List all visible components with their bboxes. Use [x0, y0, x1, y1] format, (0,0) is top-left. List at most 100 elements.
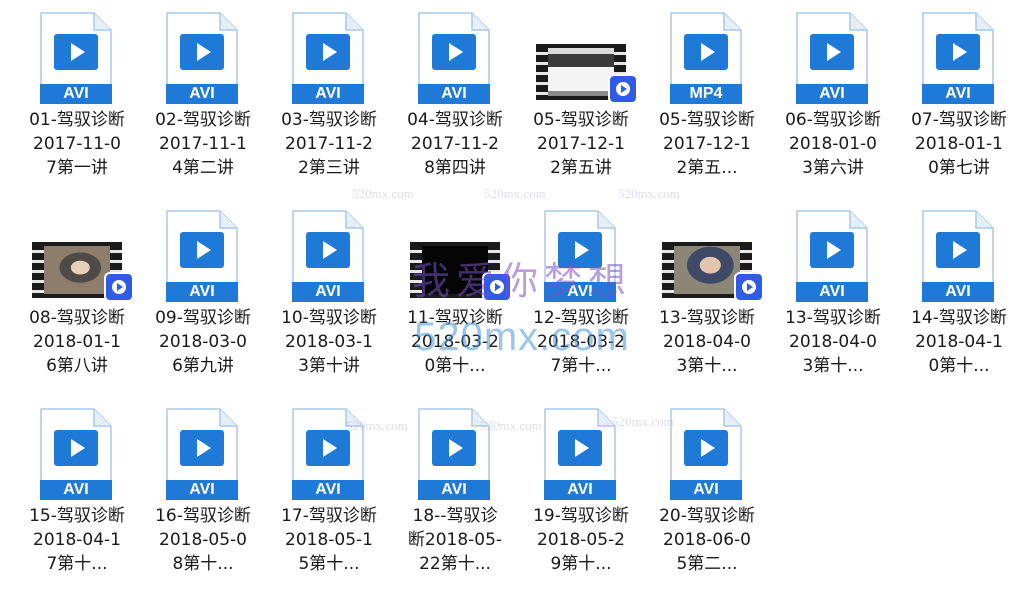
file-icon-area	[392, 206, 518, 302]
play-icon	[432, 34, 476, 70]
file-name-label: 15-驾驭诊断2018-04-17第十...	[29, 506, 125, 574]
play-badge-icon	[482, 272, 512, 302]
file-item[interactable]: AVI 20-驾驭诊断2018-06-05第二...	[644, 404, 770, 602]
file-extension-label: AVI	[922, 282, 994, 302]
file-grid: AVI 01-驾驭诊断2017-11-07第一讲 AVI 02-驾驭诊断2017-1…	[14, 8, 1024, 602]
video-file-icon: AVI	[292, 210, 364, 302]
file-name-label: 20-驾驭诊断2018-06-05第二...	[659, 506, 755, 574]
file-name-label: 05-驾驭诊断2017-12-12第五...	[659, 110, 755, 178]
play-icon	[558, 430, 602, 466]
file-item[interactable]: AVI 09-驾驭诊断2018-03-06第九讲	[140, 206, 266, 404]
file-icon-area: AVI	[266, 404, 392, 500]
file-item[interactable]: AVI 19-驾驭诊断2018-05-29第十...	[518, 404, 644, 602]
file-item[interactable]: AVI 17-驾驭诊断2018-05-15第十...	[266, 404, 392, 602]
file-item[interactable]: AVI 16-驾驭诊断2018-05-08第十...	[140, 404, 266, 602]
file-name-label: 14-驾驭诊断2018-04-10第十...	[911, 308, 1007, 376]
file-item[interactable]: AVI 15-驾驭诊断2018-04-17第十...	[14, 404, 140, 602]
file-item[interactable]: AVI 14-驾驭诊断2018-04-10第十...	[896, 206, 1022, 404]
file-name-label: 06-驾驭诊断2018-01-03第六讲	[785, 110, 881, 178]
play-icon	[180, 430, 224, 466]
file-name-label: 17-驾驭诊断2018-05-15第十...	[281, 506, 377, 574]
play-icon	[306, 430, 350, 466]
file-extension-label: AVI	[544, 282, 616, 302]
file-name-label: 01-驾驭诊断2017-11-07第一讲	[29, 110, 125, 178]
file-item[interactable]: 13-驾驭诊断2018-04-03第十...	[644, 206, 770, 404]
file-extension-label: AVI	[166, 282, 238, 302]
play-icon	[306, 232, 350, 268]
file-name-label: 11-驾驭诊断2018-03-20第十...	[407, 308, 503, 376]
file-extension-label: AVI	[796, 282, 868, 302]
video-frame	[674, 246, 740, 294]
file-icon-area: AVI	[140, 8, 266, 104]
video-file-icon: AVI	[922, 210, 994, 302]
file-extension-label: AVI	[40, 480, 112, 500]
file-extension-label: AVI	[922, 84, 994, 104]
play-icon	[936, 34, 980, 70]
video-file-icon: AVI	[922, 12, 994, 104]
play-icon	[810, 34, 854, 70]
file-name-label: 05-驾驭诊断2017-12-12第五讲	[533, 110, 629, 178]
play-icon	[306, 34, 350, 70]
file-extension-label: AVI	[166, 480, 238, 500]
file-icon-area: AVI	[14, 8, 140, 104]
file-icon-area: AVI	[518, 404, 644, 500]
film-strip	[32, 246, 44, 294]
file-item[interactable]: MP4 05-驾驭诊断2017-12-12第五...	[644, 8, 770, 206]
file-name-label: 04-驾驭诊断2017-11-28第四讲	[407, 110, 503, 178]
file-extension-label: AVI	[292, 84, 364, 104]
file-icon-area: AVI	[266, 206, 392, 302]
file-icon-area	[644, 206, 770, 302]
file-row: AVI 15-驾驭诊断2018-04-17第十... AVI 16-驾驭诊断2018…	[14, 404, 1024, 602]
film-strip	[662, 246, 674, 294]
file-extension-label: AVI	[796, 84, 868, 104]
play-icon	[180, 34, 224, 70]
file-item[interactable]: AVI 13-驾驭诊断2018-04-03第十...	[770, 206, 896, 404]
file-icon-area	[518, 8, 644, 104]
file-extension-label: AVI	[292, 480, 364, 500]
file-extension-label: AVI	[418, 480, 490, 500]
file-item[interactable]: AVI 02-驾驭诊断2017-11-14第二讲	[140, 8, 266, 206]
file-icon-area: AVI	[770, 206, 896, 302]
file-item[interactable]: AVI 01-驾驭诊断2017-11-07第一讲	[14, 8, 140, 206]
video-file-icon: AVI	[418, 12, 490, 104]
file-name-label: 08-驾驭诊断2018-01-16第八讲	[29, 308, 125, 376]
file-item[interactable]: AVI 07-驾驭诊断2018-01-10第七讲	[896, 8, 1022, 206]
file-item[interactable]: AVI 18--驾驭诊断2018-05-22第十...	[392, 404, 518, 602]
file-name-label: 02-驾驭诊断2017-11-14第二讲	[155, 110, 251, 178]
file-item[interactable]: AVI 04-驾驭诊断2017-11-28第四讲	[392, 8, 518, 206]
file-name-label: 07-驾驭诊断2018-01-10第七讲	[911, 110, 1007, 178]
video-file-icon: AVI	[166, 12, 238, 104]
file-icon-area: AVI	[392, 8, 518, 104]
play-icon	[558, 232, 602, 268]
file-item[interactable]: AVI 10-驾驭诊断2018-03-13第十讲	[266, 206, 392, 404]
play-icon	[684, 34, 728, 70]
file-item[interactable]: AVI 12-驾驭诊断2018-03-27第十...	[518, 206, 644, 404]
file-row: 08-驾驭诊断2018-01-16第八讲 AVI 09-驾驭诊断2018-03-0…	[14, 206, 1024, 404]
file-icon-area: AVI	[140, 206, 266, 302]
file-item[interactable]: 05-驾驭诊断2017-12-12第五讲	[518, 8, 644, 206]
play-icon	[180, 232, 224, 268]
play-icon	[54, 34, 98, 70]
file-item[interactable]: AVI 06-驾驭诊断2018-01-03第六讲	[770, 8, 896, 206]
file-item[interactable]: AVI 03-驾驭诊断2017-11-22第三讲	[266, 8, 392, 206]
video-file-icon: AVI	[166, 210, 238, 302]
file-item[interactable]: 11-驾驭诊断2018-03-20第十...	[392, 206, 518, 404]
file-icon-area: AVI	[140, 404, 266, 500]
video-frame	[44, 246, 110, 294]
video-file-icon: AVI	[544, 408, 616, 500]
film-strip	[410, 246, 422, 294]
video-file-icon: AVI	[670, 408, 742, 500]
file-extension-label: AVI	[670, 480, 742, 500]
file-extension-label: AVI	[544, 480, 616, 500]
play-icon	[936, 232, 980, 268]
file-name-label: 19-驾驭诊断2018-05-29第十...	[533, 506, 629, 574]
video-file-icon: AVI	[796, 12, 868, 104]
file-name-label: 13-驾驭诊断2018-04-03第十...	[659, 308, 755, 376]
file-icon-area: AVI	[644, 404, 770, 500]
video-file-icon: AVI	[544, 210, 616, 302]
file-item[interactable]: 08-驾驭诊断2018-01-16第八讲	[14, 206, 140, 404]
file-name-label: 18--驾驭诊断2018-05-22第十...	[407, 506, 503, 574]
file-icon-area: MP4	[644, 8, 770, 104]
file-name-label: 16-驾驭诊断2018-05-08第十...	[155, 506, 251, 574]
video-file-icon: AVI	[40, 408, 112, 500]
